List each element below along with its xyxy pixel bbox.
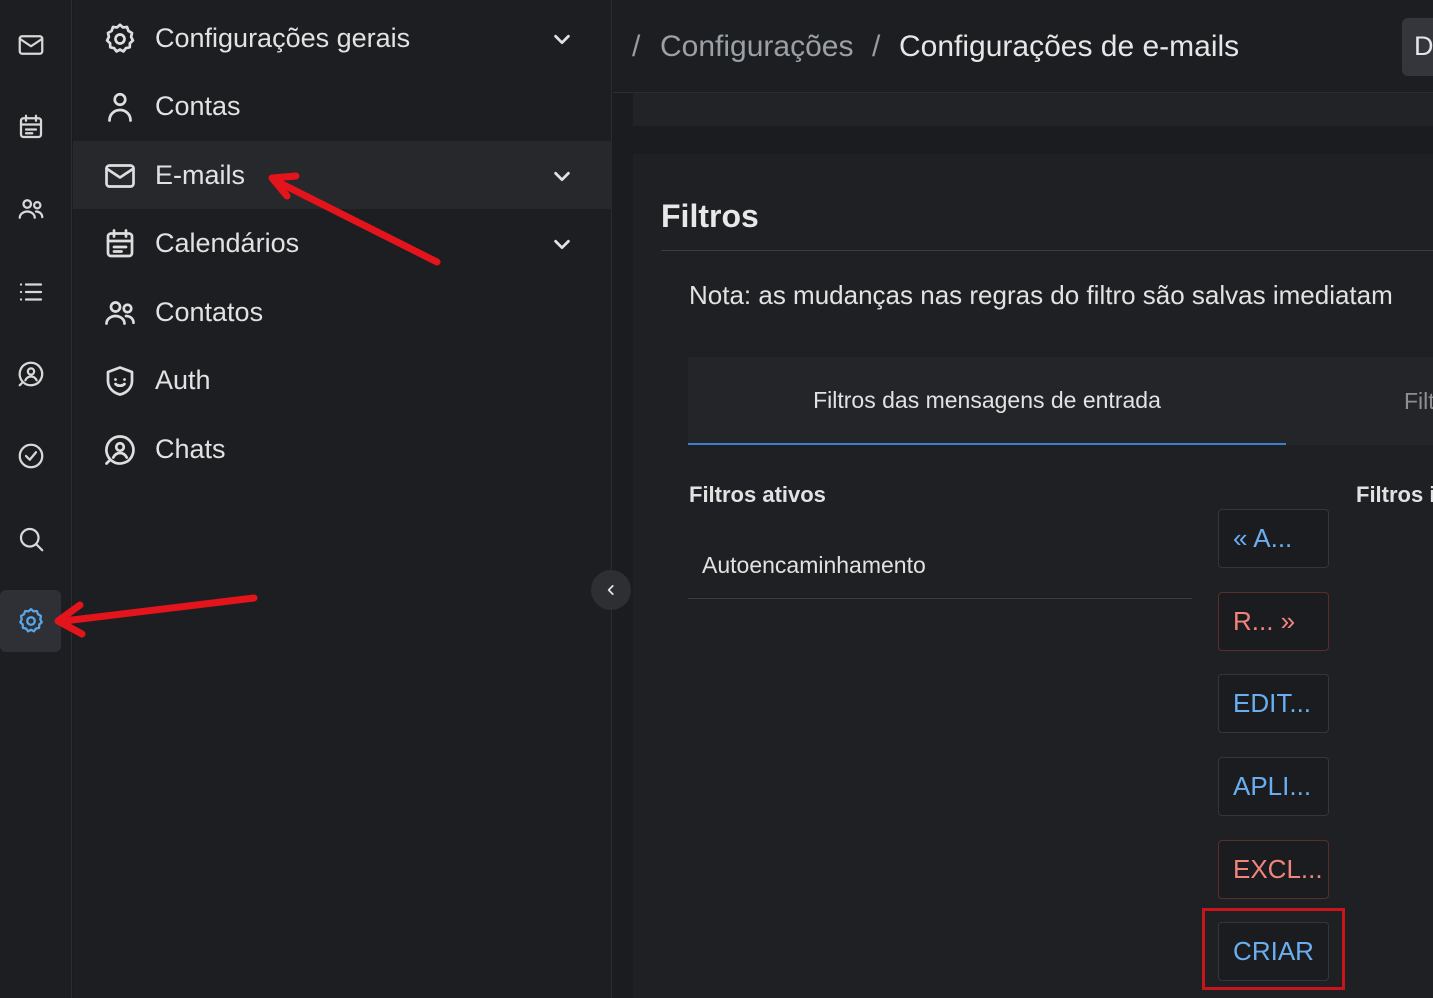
- breadcrumb-settings-link[interactable]: Configurações: [660, 30, 853, 64]
- rail-search-button[interactable]: [0, 508, 61, 570]
- rail-chat-button[interactable]: [0, 343, 61, 405]
- active-filters-header: Filtros ativos: [689, 482, 826, 507]
- sidebar-item-calendars[interactable]: Calendários: [73, 209, 612, 277]
- filters-note: Nota: as mudanças nas regras do filtro s…: [689, 280, 1393, 310]
- sidebar-item-general-settings[interactable]: Configurações gerais: [73, 4, 612, 72]
- content-strip: [633, 93, 1433, 126]
- divider: [661, 250, 1433, 251]
- list-item[interactable]: Autoencaminhamento: [688, 531, 1192, 599]
- chevron-down-icon[interactable]: [551, 165, 573, 187]
- sidebar-item-accounts[interactable]: Contas: [73, 72, 612, 140]
- calendar-icon: [19, 114, 42, 139]
- filters-card: Filtros Nota: as mudanças nas regras do …: [633, 154, 1433, 998]
- chat-icon: [18, 361, 43, 387]
- collapse-sidebar-button[interactable]: [591, 570, 631, 610]
- breadcrumb-separator: /: [872, 30, 881, 63]
- rail-contacts-button[interactable]: [0, 178, 61, 240]
- sidebar-item-label: Auth: [155, 364, 211, 395]
- chevron-down-icon[interactable]: [551, 233, 573, 255]
- chevron-left-icon: [607, 585, 614, 595]
- sidebar-item-chats[interactable]: Chats: [73, 415, 612, 483]
- tab-incoming-filters[interactable]: Filtros das mensagens de entrada: [688, 357, 1286, 445]
- rail-mail-button[interactable]: [0, 14, 61, 76]
- sidebar-item-emails[interactable]: E-mails: [73, 141, 612, 209]
- contacts-icon: [102, 295, 138, 331]
- edit-filter-button[interactable]: EDIT...: [1218, 674, 1329, 733]
- contacts-icon: [18, 199, 43, 219]
- sidebar-item-auth[interactable]: Auth: [73, 346, 612, 414]
- deactivate-filter-button[interactable]: R... »: [1218, 592, 1329, 651]
- sidebar-item-label: Configurações gerais: [155, 22, 411, 53]
- user-icon: [102, 89, 138, 125]
- settings-sidebar: Configurações gerais Contas E-mails Cale…: [73, 0, 612, 998]
- sidebar-item-label: E-mails: [155, 159, 246, 190]
- rail-calendar-button[interactable]: [0, 96, 61, 158]
- calendar-icon: [102, 226, 138, 262]
- page-title: Filtros: [661, 198, 759, 234]
- top-action-button[interactable]: D: [1402, 18, 1433, 76]
- list-icon: [19, 283, 42, 301]
- sidebar-item-label: Calendários: [155, 227, 300, 258]
- filter-name: Autoencaminhamento: [702, 552, 926, 578]
- create-button-highlight: [1202, 908, 1345, 990]
- gear-icon: [102, 21, 138, 57]
- search-icon: [19, 527, 43, 552]
- tab-outgoing-filters[interactable]: Filt: [1404, 357, 1433, 445]
- breadcrumb-separator: /: [632, 30, 641, 63]
- sidebar-item-label: Contas: [155, 90, 241, 121]
- chat-icon: [102, 432, 138, 468]
- sidebar-item-label: Contatos: [155, 296, 264, 327]
- mail-icon: [18, 35, 43, 55]
- chevron-down-icon[interactable]: [551, 28, 573, 50]
- icon-rail: [0, 0, 72, 998]
- mail-icon: [102, 158, 138, 194]
- activate-filter-button[interactable]: « A...: [1218, 509, 1329, 568]
- rail-check-button[interactable]: [0, 425, 61, 487]
- rail-tasks-button[interactable]: [0, 261, 61, 323]
- filter-tabs: Filtros das mensagens de entrada Filt: [688, 357, 1433, 445]
- gear-icon: [18, 608, 43, 633]
- sidebar-item-label: Chats: [155, 433, 226, 464]
- breadcrumb-current: Configurações de e-mails: [899, 30, 1240, 63]
- apply-filter-button[interactable]: APLI...: [1218, 757, 1329, 816]
- rail-settings-button[interactable]: [0, 590, 61, 652]
- inactive-filters-header: Filtros i: [1356, 482, 1433, 507]
- shield-icon: [102, 363, 138, 399]
- sidebar-item-contacts[interactable]: Contatos: [73, 278, 612, 346]
- delete-filter-button[interactable]: EXCL...: [1218, 840, 1329, 899]
- check-circle-icon: [18, 443, 43, 469]
